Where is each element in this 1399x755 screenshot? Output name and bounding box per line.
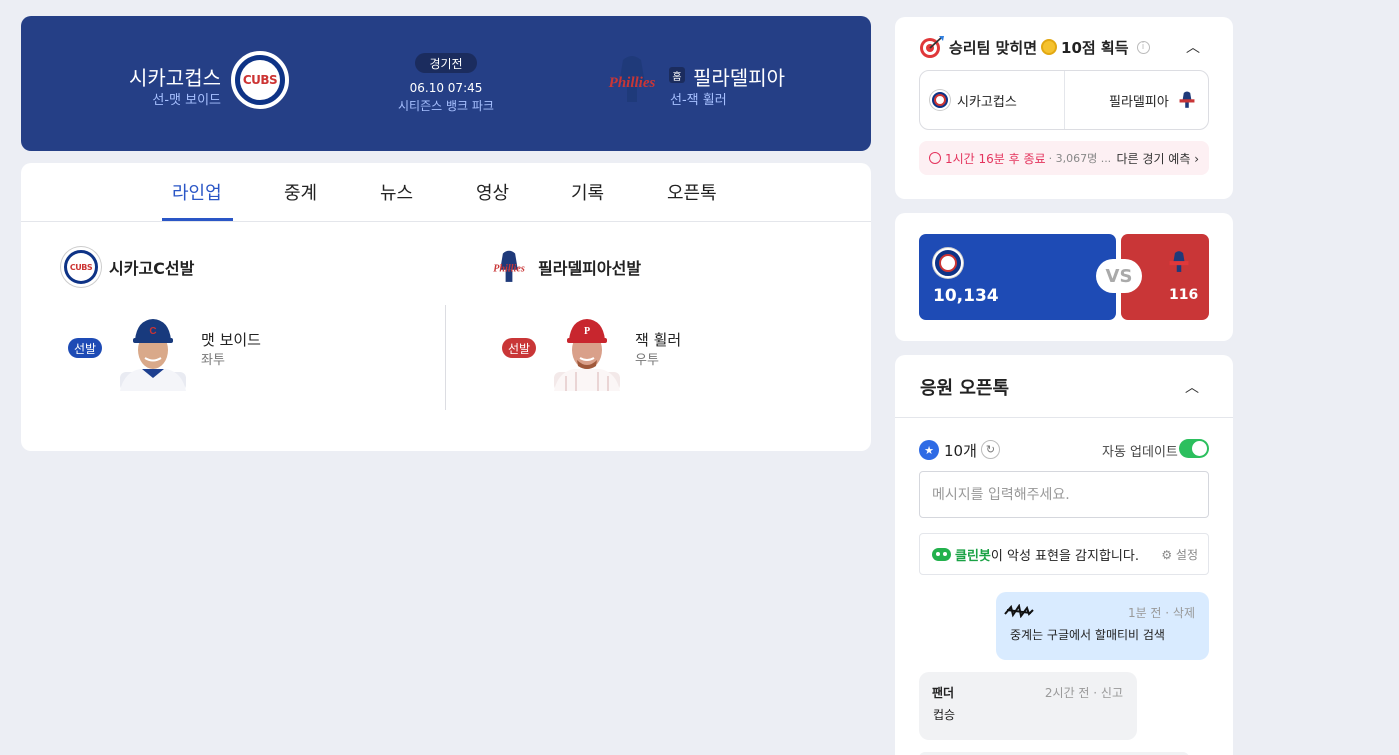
prediction-status-bar: 1시간 16분 후 종료 · 3,067명 ... 다른 경기 예측 › (919, 141, 1209, 175)
player-photo-wheeler[interactable]: P (552, 316, 622, 391)
message-meta: 2시간 전 · 신고 (1044, 686, 1123, 700)
cubs-logo (930, 90, 950, 110)
tab-bar: 라인업 중계 뉴스 영상 기록 오픈톡 (21, 163, 871, 222)
cubs-logo[interactable]: CUBS (231, 51, 289, 109)
home-starting-pitcher: 선-맷 보이드 (152, 93, 221, 108)
cleanbot-text: 이 악성 표현을 감지합니다. (990, 548, 1139, 564)
message-text: 중계는 구글에서 할매티비 검색 (1010, 628, 1165, 642)
phillies-logo[interactable]: Phillies (601, 54, 663, 106)
player-photo-boyd[interactable]: C (118, 316, 188, 391)
phillies-starter-header: Phillies 필라델피아선발 (488, 245, 641, 289)
tab-opentalk[interactable]: 오픈톡 (667, 179, 717, 205)
pick-home-label: 시카고컵스 (957, 94, 1017, 110)
cubs-logo-text: CUBS (242, 73, 278, 87)
home-team-name[interactable]: 시카고컵스 (129, 62, 221, 91)
tab-video[interactable]: 영상 (476, 179, 509, 205)
cubs-logo: CUBS (61, 247, 101, 287)
active-tab-indicator (162, 218, 233, 221)
phillies-logo-text: Phillies (609, 75, 656, 91)
opentalk-divider (895, 417, 1233, 418)
tab-records[interactable]: 기록 (571, 179, 604, 205)
tab-news[interactable]: 뉴스 (380, 179, 413, 205)
vote-away-count: 116 (1169, 287, 1199, 303)
pick-away-button[interactable]: 필라델피아 (1109, 71, 1198, 129)
auto-update-toggle[interactable] (1179, 439, 1209, 458)
player-throwing-hand: 좌투 (201, 353, 225, 368)
phillies-logo: Phillies (493, 250, 525, 282)
cubs-logo-text: CUBS (69, 262, 93, 272)
message-meta: 1분 전 · 삭제 (1127, 606, 1195, 620)
pick-home-button[interactable]: 시카고컵스 (930, 71, 1017, 129)
svg-text:C: C (149, 326, 156, 337)
team-pick-box: 시카고컵스 필라델피아 (919, 70, 1209, 130)
info-icon[interactable]: i (1136, 40, 1150, 54)
auto-update-label: 자동 업데이트 (1102, 445, 1178, 460)
game-header: 시카고컵스 선-맷 보이드 CUBS 경기전 06.10 07:45 시티즌스 … (21, 16, 871, 151)
away-team-name[interactable]: 필라델피아 (693, 62, 785, 91)
cubs-starter-title: 시카고C선발 (109, 259, 195, 278)
pick-away-label: 필라델피아 (1109, 94, 1169, 110)
cubs-starter-header: CUBS 시카고C선발 (61, 245, 194, 289)
prediction-time-left: 1시간 16분 후 종료 (945, 151, 1046, 166)
stadium-name: 시티즌스 뱅크 파크 (398, 99, 494, 113)
other-game-prediction-link[interactable]: 다른 경기 예측 › (1117, 150, 1199, 167)
phillies-starter-title: 필라델피아선발 (538, 259, 642, 278)
pick-separator (1064, 71, 1065, 129)
prediction-title-post: 10점 획득 (1061, 38, 1129, 57)
cheer-vote-card: 10,134 116 VS (895, 213, 1233, 341)
starter-badge: 선발 (68, 338, 102, 358)
target-icon (920, 36, 944, 58)
message-text: 컵승 (933, 708, 956, 722)
redacted-author-scribble (1004, 604, 1034, 618)
game-status-badge: 경기전 (415, 53, 477, 73)
player-name[interactable]: 잭 휠러 (635, 329, 681, 350)
prediction-title: 승리팀 맞히면 10점 획득 i (919, 35, 1150, 59)
starter-badge: 선발 (502, 338, 536, 358)
vs-badge: VS (1096, 259, 1142, 293)
lineup-panel: 라인업 중계 뉴스 영상 기록 오픈톡 CUBS 시카고C선발 선발 C 맷 보… (21, 163, 871, 451)
opentalk-card: 응원 오픈톡 ︿ ★ 10개 ↻ 자동 업데이트 클린봇 이 악성 표현을 감지… (895, 355, 1233, 755)
cubs-logo (933, 248, 963, 278)
cleanbot-icon (932, 547, 951, 561)
prediction-title-pre: 승리팀 맞히면 (949, 38, 1038, 57)
phillies-logo (1169, 251, 1189, 272)
chat-message: 1분 전 · 삭제 중계는 구글에서 할매티비 검색 (996, 592, 1209, 660)
cleanbot-name: 클린봇 (955, 548, 991, 564)
cleanbot-settings-button[interactable]: ⚙ 설정 (1161, 546, 1198, 563)
chat-message: 팬더 2시간 전 · 신고 컵승 (919, 672, 1137, 740)
vote-home-count: 10,134 (933, 286, 999, 306)
coin-icon (1041, 39, 1058, 55)
prediction-card: 승리팀 맞히면 10점 획득 i ︿ 시카고컵스 필라델피아 1시간 16분 후… (895, 17, 1233, 199)
opentalk-title: 응원 오픈톡 (920, 378, 1010, 399)
participants-icon: ★ (919, 440, 939, 460)
phillies-logo-text: Phillies (493, 264, 525, 275)
cleanbot-notice: 클린봇 이 악성 표현을 감지합니다. ⚙ 설정 (919, 533, 1209, 575)
tab-broadcast[interactable]: 중계 (284, 179, 317, 205)
svg-text:P: P (584, 326, 590, 337)
home-tag: 홈 (669, 67, 685, 83)
clock-icon (929, 152, 941, 164)
participant-count: 10개 (944, 442, 977, 460)
away-starting-pitcher: 선-잭 휠러 (670, 93, 727, 108)
player-name[interactable]: 맷 보이드 (201, 329, 261, 350)
lineup-divider (445, 305, 446, 410)
collapse-chevron-icon[interactable]: ︿ (1185, 377, 1199, 397)
refresh-icon[interactable]: ↻ (981, 440, 1000, 459)
game-datetime: 06.10 07:45 (409, 81, 483, 95)
phillies-logo (1179, 91, 1195, 108)
cleanbot-settings-label: 설정 (1175, 547, 1198, 562)
message-input[interactable] (919, 471, 1209, 518)
message-author[interactable]: 팬더 (932, 684, 954, 701)
vote-home-button[interactable]: 10,134 (919, 234, 1116, 320)
collapse-chevron-icon[interactable]: ︿ (1186, 37, 1200, 57)
prediction-participants: · 3,067명 ... (1048, 152, 1112, 165)
tab-lineup[interactable]: 라인업 (172, 179, 222, 205)
player-throwing-hand: 우투 (635, 353, 659, 368)
